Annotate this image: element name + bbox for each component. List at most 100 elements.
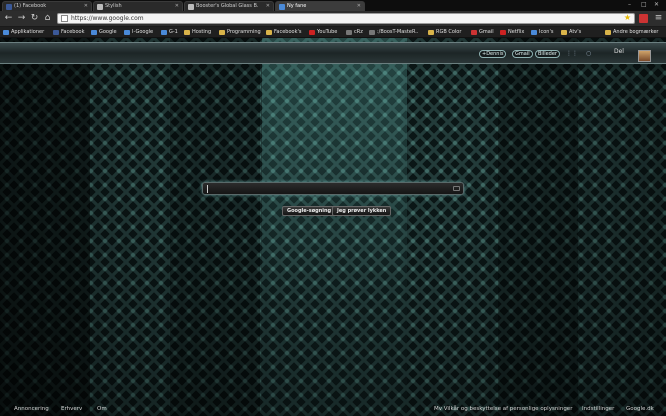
page-icon — [188, 4, 194, 10]
gbar-images-link[interactable]: Billeder — [535, 50, 560, 58]
page-icon — [531, 30, 537, 35]
folder-icon — [605, 30, 611, 35]
google-search-button[interactable]: Google-søgning — [282, 206, 337, 216]
folder-icon — [219, 30, 225, 35]
search-input[interactable] — [208, 184, 453, 193]
color-icon — [428, 30, 434, 35]
bookmark-crz[interactable]: cRz — [346, 27, 363, 38]
address-bar[interactable]: https://www.google.com ★ — [57, 13, 635, 24]
avatar[interactable] — [638, 50, 651, 62]
close-icon[interactable]: ✕ — [357, 2, 361, 11]
bookmark-label: I-Google — [132, 29, 154, 35]
share-link[interactable]: Del — [614, 48, 624, 55]
footer-business-link[interactable]: Erhverv — [61, 406, 82, 412]
browser-window: (1) Facebook ✕ Stylish ✕ Booster's Globa… — [0, 0, 666, 416]
folder-icon — [184, 30, 190, 35]
window-close-icon[interactable]: ✕ — [654, 1, 659, 8]
bookmark-label: Google — [99, 29, 117, 35]
tab-strip: (1) Facebook ✕ Stylish ✕ Booster's Globa… — [0, 0, 666, 11]
footer-about-link[interactable]: Om — [97, 406, 107, 412]
footer-privacy-link[interactable]: Mv Vilkår og beskyttelse af personlige o… — [434, 406, 572, 412]
footer-settings-link[interactable]: Indstillinger — [582, 406, 614, 412]
bookmark-other[interactable]: Andre bogmærker — [605, 27, 658, 38]
bookmark-atvs[interactable]: Atv's — [561, 27, 581, 38]
bookmark-label: Icon's — [539, 29, 554, 35]
tab-title: Ny fane — [287, 3, 307, 9]
forward-icon[interactable]: → — [16, 13, 27, 24]
page-icon — [369, 30, 375, 35]
reload-icon[interactable]: ↻ — [29, 13, 40, 24]
address-text: https://www.google.com — [71, 15, 144, 22]
tab-new[interactable]: Ny fane ✕ — [275, 1, 365, 11]
page-icon — [279, 4, 285, 10]
bookmark-g1[interactable]: G-1 — [161, 27, 178, 38]
gbar-gmail-link[interactable]: Gmail — [512, 50, 533, 58]
bookmark-netflix[interactable]: Netflix — [500, 27, 524, 38]
keyboard-icon[interactable] — [453, 186, 460, 191]
star-icon[interactable]: ★ — [624, 13, 631, 22]
minimize-icon[interactable]: – — [628, 1, 631, 8]
google-icon — [161, 30, 167, 35]
close-icon[interactable]: ✕ — [175, 2, 179, 11]
bookmark-gmail[interactable]: Gmail — [471, 27, 494, 38]
page-icon — [97, 4, 103, 10]
bookmark-facebooks[interactable]: Facebook's — [266, 27, 301, 38]
bookmark-label: YouTube — [317, 29, 338, 35]
tab-title: Booster's Global Glass B. — [196, 3, 259, 9]
bookmark-label: Facebook's — [274, 29, 302, 35]
google-bar: +Dennis Gmail Billeder ⋮⋮ ○ Del — [0, 42, 666, 64]
close-icon[interactable]: ✕ — [84, 2, 88, 11]
google-page: +Dennis Gmail Billeder ⋮⋮ ○ Del Google-s… — [0, 38, 666, 416]
gbar-plus-link[interactable]: +Dennis — [479, 50, 507, 58]
bookmark-programming[interactable]: Programming — [219, 27, 261, 38]
home-icon[interactable]: ⌂ — [42, 13, 53, 24]
back-icon[interactable]: ← — [3, 13, 14, 24]
close-icon[interactable]: ✕ — [266, 2, 270, 11]
netflix-icon — [500, 30, 506, 35]
bookmark-label: cRz — [354, 29, 363, 35]
google-icon — [124, 30, 130, 35]
youtube-icon — [309, 30, 315, 35]
footer-domain-link[interactable]: Google.dk — [626, 406, 654, 412]
menu-icon[interactable]: ≡ — [653, 13, 664, 24]
google-icon — [91, 30, 97, 35]
page-icon — [346, 30, 352, 35]
bookmark-label: Hosting — [192, 29, 212, 35]
bookmark-label: Netflix — [508, 29, 525, 35]
facebook-icon — [6, 4, 12, 10]
toolbar: ← → ↻ ⌂ https://www.google.com ★ ≡ — [0, 11, 666, 27]
maximize-icon[interactable]: □ — [641, 1, 647, 8]
bookmark-label: Gmail — [479, 29, 494, 35]
extension-icon[interactable] — [639, 14, 648, 23]
gmail-icon — [471, 30, 477, 35]
bookmark-youtube[interactable]: YouTube — [309, 27, 337, 38]
apps-icon — [3, 30, 9, 35]
bookmark-hosting[interactable]: Hosting — [184, 27, 211, 38]
search-box[interactable] — [202, 182, 464, 195]
tab-stylish[interactable]: Stylish ✕ — [93, 1, 183, 11]
bookmark-label: Atv's — [569, 29, 582, 35]
bookmark-i-google[interactable]: I-Google — [124, 27, 153, 38]
tab-booster[interactable]: Booster's Global Glass B. ✕ — [184, 1, 274, 11]
bookmark-google[interactable]: Google — [91, 27, 117, 38]
bookmark-facebook[interactable]: Facebook — [53, 27, 85, 38]
bookmark-applikationer[interactable]: Applikationer — [3, 27, 44, 38]
notifications-icon[interactable]: ○ — [586, 50, 591, 57]
tab-facebook[interactable]: (1) Facebook ✕ — [2, 1, 92, 11]
lucky-button[interactable]: Jeg prøver lykken — [332, 206, 392, 216]
bookmark-label: Andre bogmærker — [613, 29, 659, 35]
tab-title: (1) Facebook — [14, 3, 47, 9]
bookmark-icons[interactable]: Icon's — [531, 27, 553, 38]
bookmark-label: G-1 — [169, 29, 178, 35]
background-vignette — [0, 38, 666, 416]
bookmark-rgb-color[interactable]: RGB Color — [428, 27, 461, 38]
footer-ads-link[interactable]: Annoncering — [14, 406, 49, 412]
bookmark-boostmaster[interactable]: :/BoosT-MasteR.. — [369, 27, 418, 38]
bookmark-label: Facebook — [61, 29, 85, 35]
folder-icon — [266, 30, 272, 35]
bookmark-label: RGB Color — [436, 29, 462, 35]
facebook-icon — [53, 30, 59, 35]
bookmark-label: Applikationer — [11, 29, 45, 35]
page-icon — [61, 15, 68, 22]
apps-grid-icon[interactable]: ⋮⋮ — [566, 50, 578, 57]
